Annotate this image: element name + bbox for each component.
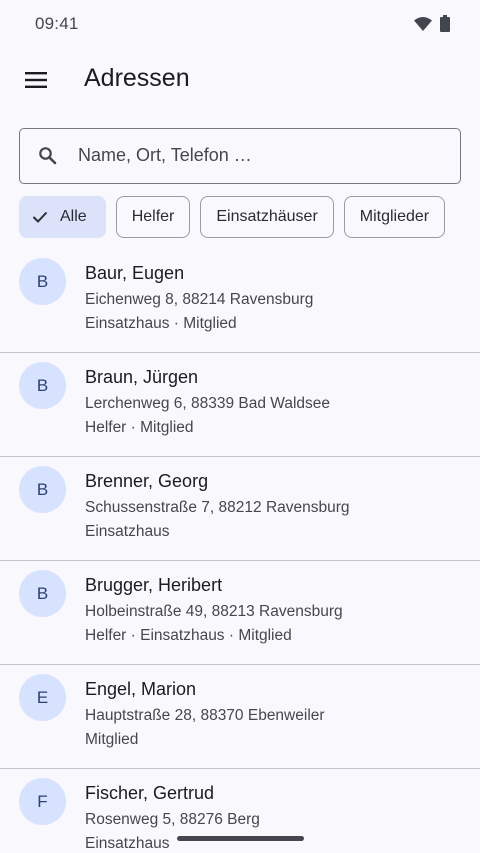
- home-indicator[interactable]: [177, 836, 304, 841]
- list-item[interactable]: B Brenner, Georg Schussenstraße 7, 88212…: [0, 457, 480, 561]
- search-icon: [39, 147, 57, 165]
- contact-tags: Helfer · Einsatzhaus · Mitglied: [85, 627, 292, 644]
- contact-name: Brugger, Heribert: [85, 575, 223, 595]
- contact-address: Holbeinstraße 49, 88213 Ravensburg: [85, 603, 343, 620]
- filter-chip-label: Einsatzhäuser: [216, 208, 318, 225]
- contact-tags: Mitglied: [85, 731, 139, 748]
- avatar: F: [19, 778, 66, 825]
- contact-address: Rosenweg 5, 88276 Berg: [85, 811, 260, 828]
- list-item[interactable]: B Braun, Jürgen Lerchenweg 6, 88339 Bad …: [0, 353, 480, 457]
- battery-icon: [440, 15, 450, 32]
- filter-chip-helfer[interactable]: Helfer: [115, 196, 191, 238]
- contact-name: Braun, Jürgen: [85, 367, 199, 387]
- hamburger-menu-icon: [25, 72, 47, 88]
- menu-button[interactable]: [12, 56, 60, 104]
- contact-tags: Einsatzhaus: [85, 835, 170, 852]
- contact-list: B Baur, Eugen Eichenweg 8, 88214 Ravensb…: [0, 249, 480, 853]
- address-list-screen: 09:41 Adressen Name, Ort, Telefon … Alle…: [0, 0, 480, 853]
- status-icons: [414, 15, 450, 32]
- filter-chip-alle[interactable]: Alle: [19, 196, 106, 238]
- filter-chip-label: Alle: [60, 208, 87, 225]
- list-item[interactable]: B Baur, Eugen Eichenweg 8, 88214 Ravensb…: [0, 249, 480, 353]
- contact-name: Brenner, Georg: [85, 471, 209, 491]
- search-field[interactable]: [19, 128, 461, 184]
- top-app-bar: Adressen: [0, 48, 480, 112]
- avatar: B: [19, 466, 66, 513]
- filter-chip-label: Mitglieder: [359, 208, 430, 225]
- search-input[interactable]: [78, 129, 448, 182]
- page-title: Adressen: [84, 64, 190, 92]
- wifi-icon: [414, 16, 432, 31]
- status-bar: 09:41: [0, 0, 480, 48]
- contact-tags: Helfer · Mitglied: [85, 419, 194, 436]
- contact-name: Engel, Marion: [85, 679, 197, 699]
- contact-name: Fischer, Gertrud: [85, 783, 215, 803]
- avatar: E: [19, 674, 66, 721]
- filter-chips: Alle Helfer Einsatzhäuser Mitglieder: [19, 196, 446, 238]
- list-item[interactable]: B Brugger, Heribert Holbeinstraße 49, 88…: [0, 561, 480, 665]
- avatar: B: [19, 258, 66, 305]
- contact-address: Eichenweg 8, 88214 Ravensburg: [85, 291, 314, 308]
- contact-tags: Einsatzhaus · Mitglied: [85, 315, 237, 332]
- check-icon: [32, 211, 48, 223]
- contact-name: Baur, Eugen: [85, 263, 185, 283]
- avatar: B: [19, 570, 66, 617]
- status-time: 09:41: [35, 14, 79, 33]
- contact-address: Lerchenweg 6, 88339 Bad Waldsee: [85, 395, 331, 412]
- contact-address: Hauptstraße 28, 88370 Ebenweiler: [85, 707, 325, 724]
- filter-chip-mitglieder[interactable]: Mitglieder: [343, 196, 446, 238]
- filter-chip-label: Helfer: [131, 208, 175, 225]
- filter-chip-einsatzhaeuser[interactable]: Einsatzhäuser: [200, 196, 334, 238]
- list-item[interactable]: E Engel, Marion Hauptstraße 28, 88370 Eb…: [0, 665, 480, 769]
- avatar: B: [19, 362, 66, 409]
- contact-tags: Einsatzhaus: [85, 523, 170, 540]
- contact-address: Schussenstraße 7, 88212 Ravensburg: [85, 499, 350, 516]
